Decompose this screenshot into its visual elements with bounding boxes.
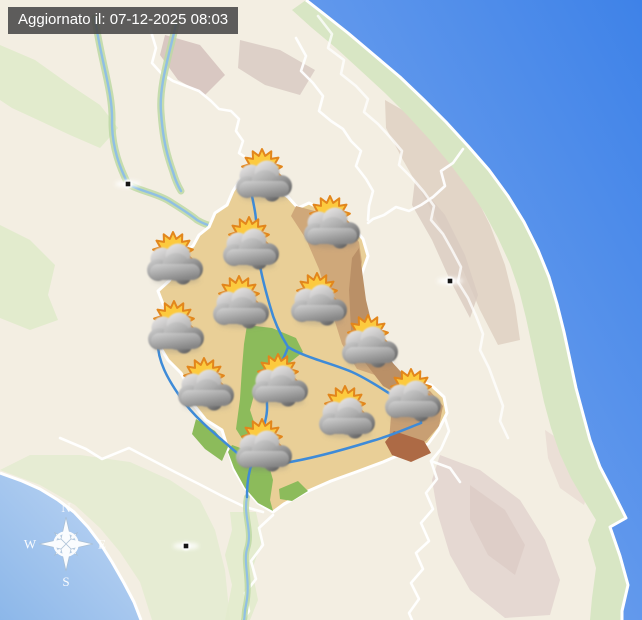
compass-west-label: W (24, 537, 37, 552)
compass-east-label: E (98, 537, 106, 552)
weather-map: N E S W Aggiornato il: 07-12-2025 08:03 (0, 0, 642, 620)
update-timestamp: Aggiornato il: 07-12-2025 08:03 (8, 7, 239, 34)
compass-north-label: N (61, 500, 71, 515)
map-canvas: N E S W (0, 0, 642, 620)
compass-south-label: S (62, 574, 69, 589)
